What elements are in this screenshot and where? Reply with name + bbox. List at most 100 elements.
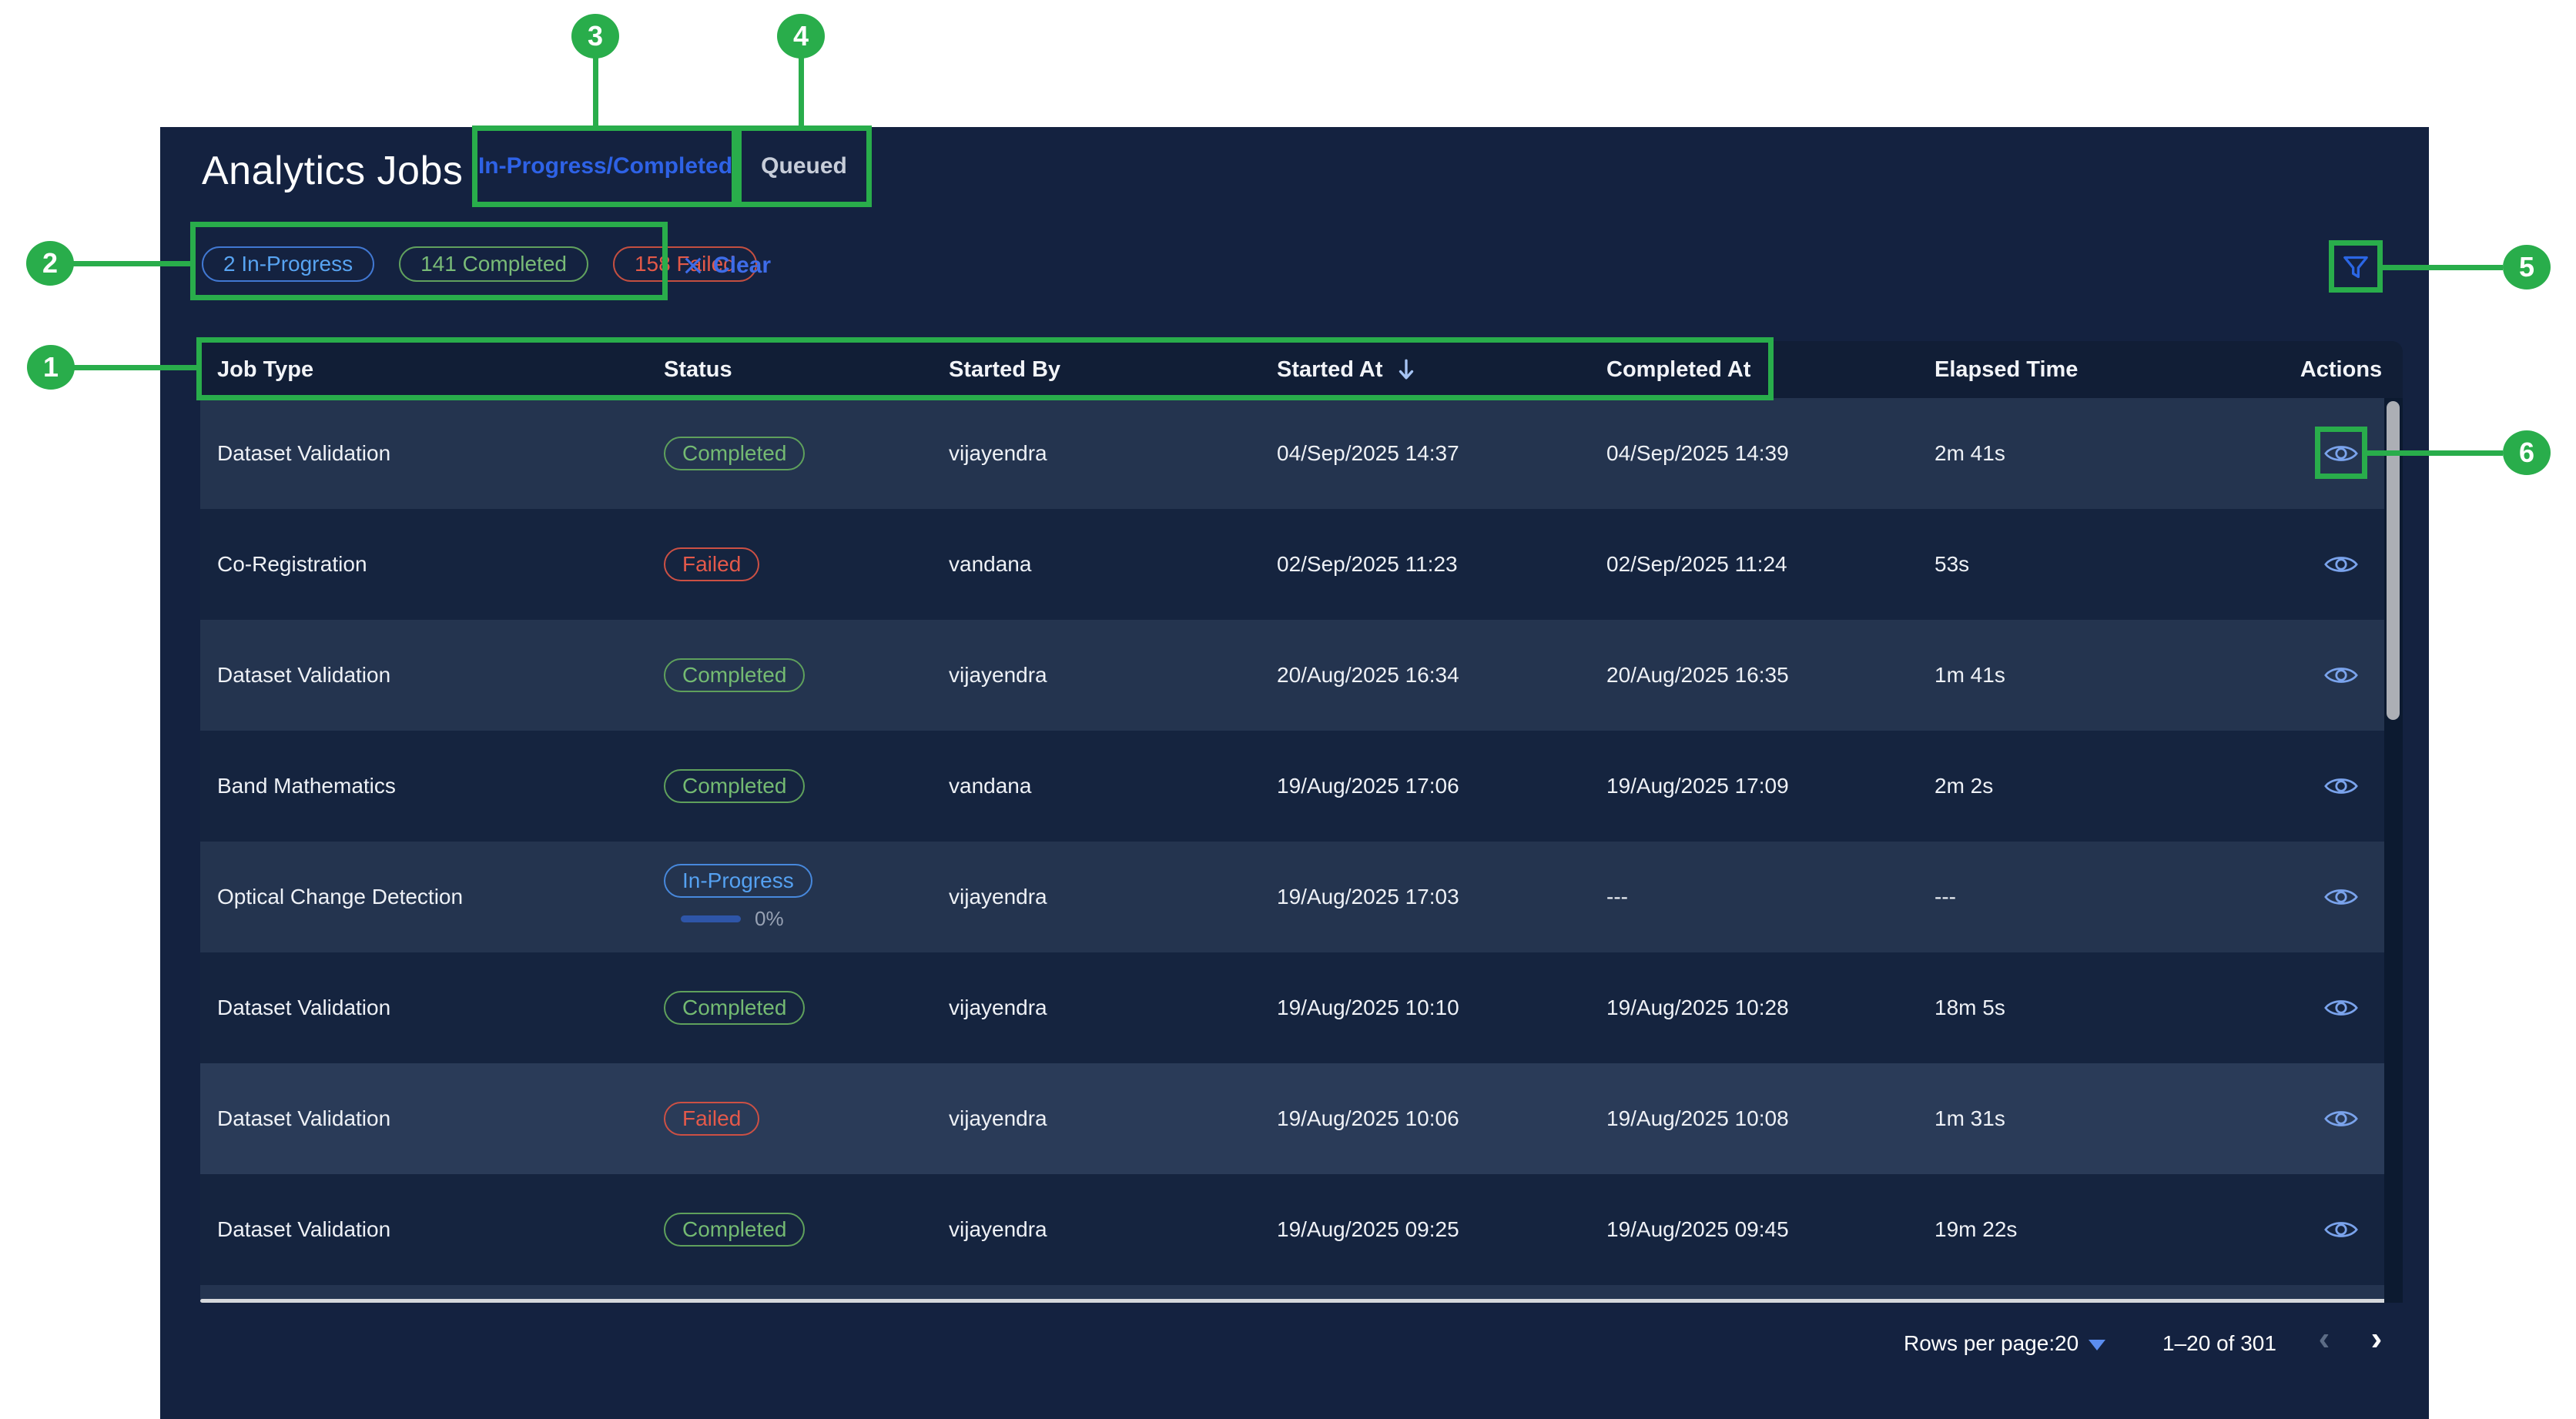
tab-in-progress-completed[interactable]: In-Progress/Completed [475, 127, 735, 206]
progress-percent: 0% [755, 907, 784, 931]
annotation-marker-2: 2 [26, 241, 74, 286]
view-job-eye-icon[interactable] [2324, 442, 2358, 465]
vertical-scrollbar-thumb[interactable] [2387, 401, 2400, 720]
chevron-down-icon[interactable] [2089, 1340, 2105, 1350]
cell-started-at: 19/Aug/2025 17:03 [1260, 842, 1589, 952]
cell-status: Failed [647, 509, 932, 620]
view-job-eye-icon[interactable] [2324, 664, 2358, 687]
cell-started-at: 19/Aug/2025 17:06 [1260, 731, 1589, 842]
cell-status: Completed [647, 398, 932, 509]
cell-status: Failed [647, 1063, 932, 1174]
annotation-line-2 [71, 261, 190, 266]
view-job-eye-icon[interactable] [2324, 996, 2358, 1019]
cell-started-at: 19/Aug/2025 10:10 [1260, 952, 1589, 1063]
cell-elapsed-time: 1m 31s [1918, 1063, 2280, 1174]
header-status[interactable]: Status [647, 341, 932, 398]
table-row[interactable]: Dataset Validation Completed vijayendra … [200, 1174, 2403, 1285]
pagination-range: 1–20 of 301 [2162, 1327, 2276, 1360]
cell-started-at: 20/Aug/2025 16:34 [1260, 620, 1589, 731]
table-row[interactable]: Dataset Validation Completed vijayendra … [200, 398, 2403, 509]
cell-started-at: 04/Sep/2025 14:37 [1260, 398, 1589, 509]
cell-elapsed-time: 1m 41s [1918, 620, 2280, 731]
cell-completed-at: 04/Sep/2025 14:39 [1589, 398, 1918, 509]
cell-job-type: Dataset Validation [200, 1174, 647, 1285]
annotation-line-6 [2367, 450, 2503, 456]
table-row[interactable]: Optical Change Detection In-Progress0% v… [200, 842, 2403, 952]
table-row[interactable]: Dataset Validation Completed vijayendra … [200, 952, 2403, 1063]
filter-chip-in-progress[interactable]: 2 In-Progress [202, 246, 374, 282]
cell-started-by: vandana [932, 509, 1260, 620]
view-job-eye-icon[interactable] [2324, 1107, 2358, 1130]
cell-status: Completed [647, 620, 932, 731]
page-title: Analytics Jobs [202, 148, 463, 194]
clear-filters-button[interactable]: Clear [682, 248, 771, 283]
annotation-marker-6: 6 [2503, 430, 2551, 475]
cell-completed-at: 02/Sep/2025 11:24 [1589, 509, 1918, 620]
annotation-marker-1: 1 [27, 345, 75, 390]
filter-button[interactable] [2332, 243, 2380, 291]
sort-desc-arrow-icon[interactable] [1395, 358, 1417, 381]
cell-elapsed-time: 19m 22s [1918, 1174, 2280, 1285]
header-completed-at[interactable]: Completed At [1589, 341, 1918, 398]
status-badge: Completed [664, 658, 805, 692]
filter-chips: 2 In-Progress141 Completed158 Failed [202, 246, 757, 282]
cell-job-type: Dataset Validation [200, 1063, 647, 1174]
header-job-type[interactable]: Job Type [200, 341, 647, 398]
annotation-line-1 [72, 365, 196, 370]
tab-queued[interactable]: Queued [738, 127, 870, 206]
cell-elapsed-time: 53s [1918, 509, 2280, 620]
rows-per-page-select[interactable]: 20 [2055, 1327, 2079, 1360]
annotation-line-4 [799, 58, 804, 126]
status-badge: Completed [664, 991, 805, 1025]
cell-started-by: vijayendra [932, 398, 1260, 509]
cell-job-type: Co-Registration [200, 509, 647, 620]
cell-started-by: vandana [932, 731, 1260, 842]
view-job-eye-icon[interactable] [2324, 885, 2358, 909]
cell-elapsed-time: 2m 41s [1918, 398, 2280, 509]
previous-page-button[interactable]: ‹ [2307, 1320, 2341, 1358]
cell-started-by: vijayendra [932, 1174, 1260, 1285]
header-started-by[interactable]: Started By [932, 341, 1260, 398]
view-job-eye-icon[interactable] [2324, 1218, 2358, 1241]
cell-completed-at: 19/Aug/2025 09:45 [1589, 1174, 1918, 1285]
filter-chip-completed[interactable]: 141 Completed [399, 246, 588, 282]
header-actions: Actions [2280, 341, 2403, 398]
cell-job-type: Dataset Validation [200, 620, 647, 731]
cell-started-at: 19/Aug/2025 10:06 [1260, 1063, 1589, 1174]
cell-started-by: vijayendra [932, 620, 1260, 731]
table-row[interactable]: Dataset Validation Failed vijayendra 19/… [200, 1063, 2403, 1174]
cell-started-by: vijayendra [932, 952, 1260, 1063]
horizontal-scrollbar-thumb[interactable] [200, 1299, 2400, 1303]
table-header-row: Job Type Status Started By Started At Co… [200, 341, 2403, 398]
header-started-at[interactable]: Started At [1260, 341, 1589, 398]
cell-job-type: Dataset Validation [200, 398, 647, 509]
view-job-eye-icon[interactable] [2324, 775, 2358, 798]
jobs-table: Job Type Status Started By Started At Co… [200, 341, 2403, 398]
clear-label: Clear [713, 253, 771, 279]
status-badge: Completed [664, 769, 805, 803]
table-body: Dataset Validation Completed vijayendra … [200, 398, 2403, 1285]
partial-next-row [200, 1285, 2403, 1299]
cell-completed-at: 19/Aug/2025 10:08 [1589, 1063, 1918, 1174]
cell-completed-at: 20/Aug/2025 16:35 [1589, 620, 1918, 731]
annotation-marker-3: 3 [571, 14, 619, 59]
cell-job-type: Dataset Validation [200, 952, 647, 1063]
cell-started-at: 02/Sep/2025 11:23 [1260, 509, 1589, 620]
cell-started-by: vijayendra [932, 1063, 1260, 1174]
status-badge: Completed [664, 437, 805, 470]
filter-funnel-icon [2340, 252, 2371, 283]
header-elapsed-time[interactable]: Elapsed Time [1918, 341, 2280, 398]
close-icon [682, 255, 704, 276]
cell-elapsed-time: 2m 2s [1918, 731, 2280, 842]
table-row[interactable]: Dataset Validation Completed vijayendra … [200, 620, 2403, 731]
table-row[interactable]: Band Mathematics Completed vandana 19/Au… [200, 731, 2403, 842]
status-badge: Completed [664, 1213, 805, 1247]
next-page-button[interactable]: › [2360, 1320, 2393, 1358]
cell-started-by: vijayendra [932, 842, 1260, 952]
view-job-eye-icon[interactable] [2324, 553, 2358, 576]
cell-started-at: 19/Aug/2025 09:25 [1260, 1174, 1589, 1285]
cell-completed-at: --- [1589, 842, 1918, 952]
table-row[interactable]: Co-Registration Failed vandana 02/Sep/20… [200, 509, 2403, 620]
progress-indicator: 0% [681, 907, 784, 931]
progress-bar [681, 915, 741, 922]
